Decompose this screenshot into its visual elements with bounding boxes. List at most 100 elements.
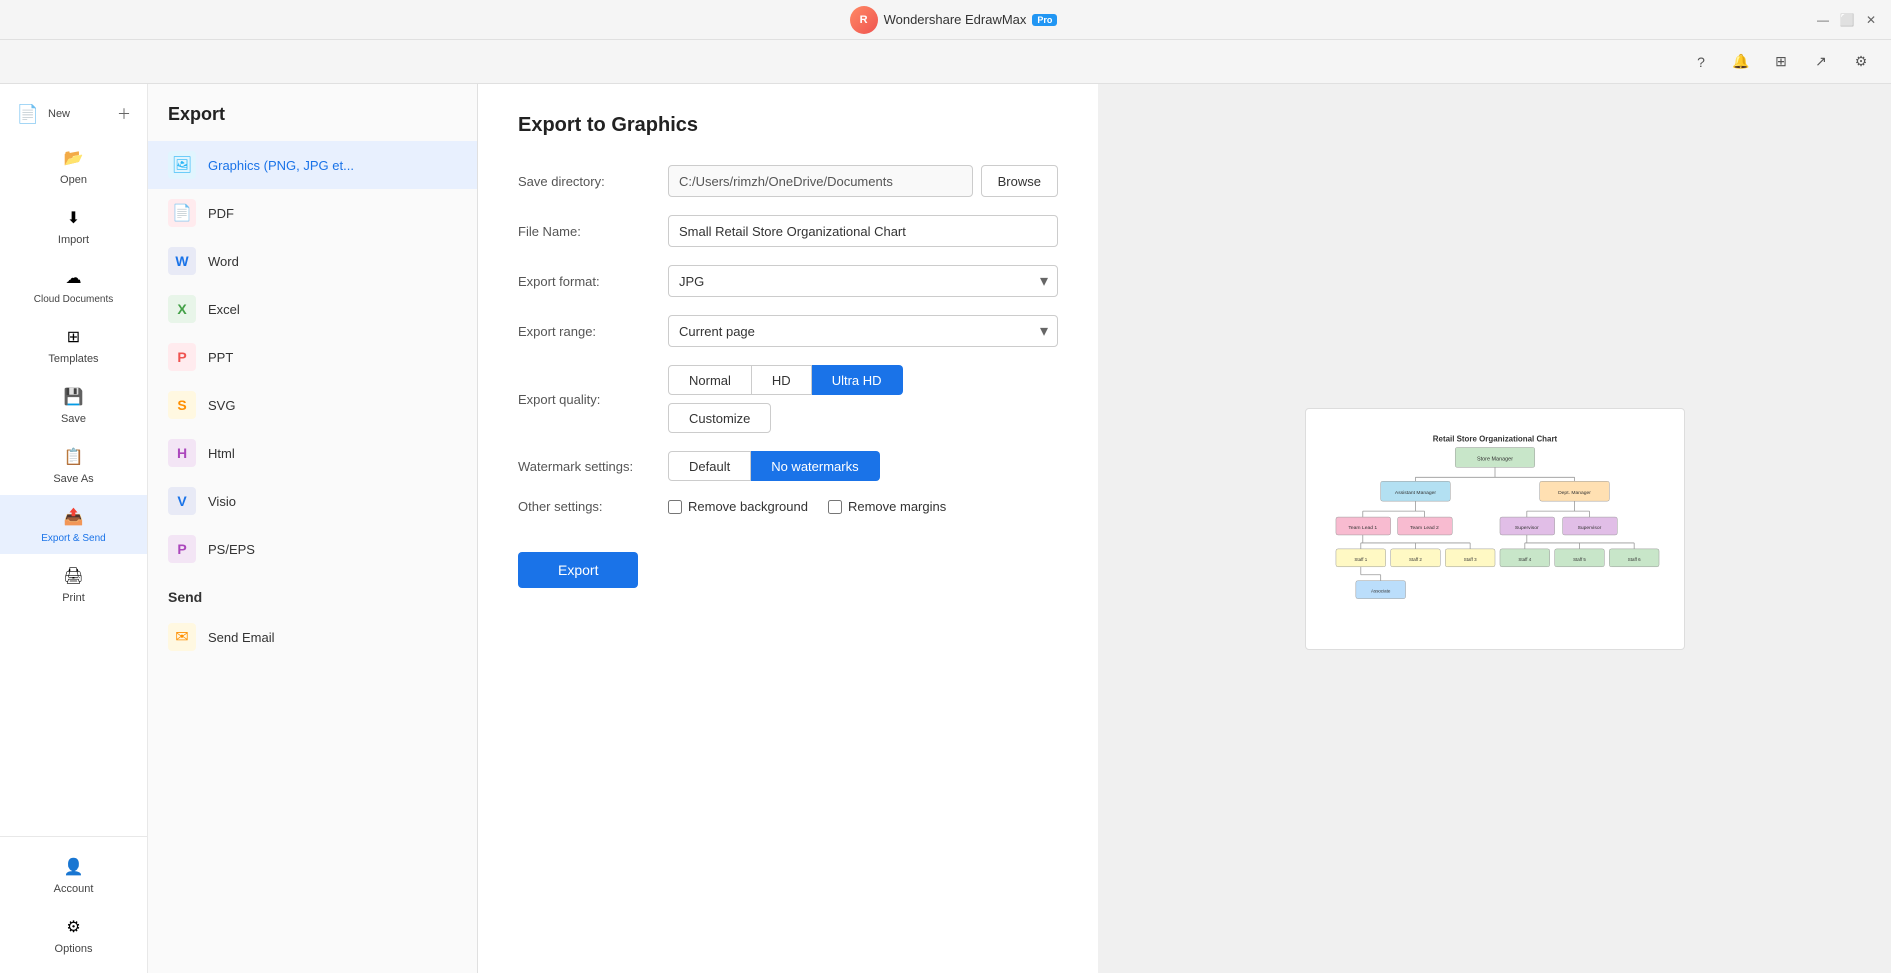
remove-background-label: Remove background — [688, 499, 808, 514]
remove-margins-item[interactable]: Remove margins — [828, 499, 946, 514]
export-item-ps[interactable]: P PS/EPS — [148, 525, 477, 573]
watermark-default-button[interactable]: Default — [668, 451, 751, 481]
sidebar-item-import[interactable]: ⬇ Import — [0, 196, 147, 256]
watermark-none-button[interactable]: No watermarks — [751, 451, 879, 481]
sidebar-label-export: Export & Send — [41, 533, 105, 544]
remove-background-item[interactable]: Remove background — [668, 499, 808, 514]
new-plus-icon: ＋ — [117, 104, 131, 124]
quality-normal-button[interactable]: Normal — [668, 365, 752, 395]
quality-ultra-hd-button[interactable]: Ultra HD — [812, 365, 903, 395]
sidebar-item-export[interactable]: 📤 Export & Send — [0, 495, 147, 554]
avatar: R — [850, 6, 878, 34]
sidebar-item-account[interactable]: 👤 Account — [0, 845, 147, 905]
remove-margins-checkbox[interactable] — [828, 500, 842, 514]
sidebar-item-options[interactable]: ⚙ Options — [0, 905, 147, 965]
titlebar-center: R Wondershare EdrawMax Pro — [850, 6, 1058, 34]
pdf-icon: 📄 — [168, 199, 196, 227]
svg-text:Staff 3: Staff 3 — [1463, 556, 1476, 561]
export-item-html[interactable]: H Html — [148, 429, 477, 477]
remove-background-checkbox[interactable] — [668, 500, 682, 514]
minimize-button[interactable]: — — [1815, 12, 1831, 28]
export-format-select[interactable]: JPG PNG BMP TIFF SVG — [668, 265, 1058, 297]
notification-icon[interactable]: 🔔 — [1727, 48, 1755, 76]
sidebar-item-saveas[interactable]: 📋 Save As — [0, 435, 147, 495]
sidebar-item-cloud[interactable]: ☁ Cloud Documents — [0, 256, 147, 315]
export-label-visio: Visio — [208, 494, 236, 509]
export-range-control: Current page All pages Selected objects — [668, 315, 1058, 347]
saveas-icon: 📋 — [62, 445, 86, 469]
html-icon: H — [168, 439, 196, 467]
sidebar-label-import: Import — [58, 234, 89, 246]
file-name-label: File Name: — [518, 224, 668, 239]
export-format-row: Export format: JPG PNG BMP TIFF SVG — [518, 265, 1058, 297]
sidebar-label-saveas: Save As — [53, 473, 93, 485]
export-quality-control: Normal HD Ultra HD Customize — [668, 365, 1058, 433]
file-name-control — [668, 215, 1058, 247]
preview-card: Retail Store Organizational Chart Store … — [1305, 408, 1685, 650]
export-item-visio[interactable]: V Visio — [148, 477, 477, 525]
sidebar-label-account: Account — [54, 883, 94, 895]
word-icon: W — [168, 247, 196, 275]
titlebar: R Wondershare EdrawMax Pro — ⬜ ✕ — [0, 0, 1891, 40]
export-item-ppt[interactable]: P PPT — [148, 333, 477, 381]
browse-button[interactable]: Browse — [981, 165, 1058, 197]
save-icon: 💾 — [62, 385, 86, 409]
sidebar-bottom: 👤 Account ⚙ Options — [0, 836, 147, 965]
export-label-email: Send Email — [208, 630, 274, 645]
send-section-header: Send — [148, 573, 477, 613]
save-directory-label: Save directory: — [518, 174, 668, 189]
customize-button[interactable]: Customize — [668, 403, 771, 433]
export-label-svg: SVG — [208, 398, 235, 413]
toolbar: ? 🔔 ⊞ ↗ ⚙ — [0, 40, 1891, 84]
file-name-row: File Name: — [518, 215, 1058, 247]
export-label-pdf: PDF — [208, 206, 234, 221]
content-area: Export to Graphics Save directory: Brows… — [478, 84, 1891, 973]
sidebar-label-open: Open — [60, 174, 87, 186]
account-icon: 👤 — [62, 855, 86, 879]
share-icon[interactable]: ↗ — [1807, 48, 1835, 76]
sidebar-label-save: Save — [61, 413, 86, 425]
svg-text:Supervisor: Supervisor — [1514, 525, 1538, 531]
help-icon[interactable]: ? — [1687, 48, 1715, 76]
save-directory-input[interactable] — [668, 165, 973, 197]
sidebar-item-save[interactable]: 💾 Save — [0, 375, 147, 435]
sidebar-item-print[interactable]: 🖨 Print — [0, 554, 147, 614]
sidebar-item-new[interactable]: 📄 New ＋ — [0, 92, 147, 136]
quality-buttons: Normal HD Ultra HD — [668, 365, 1058, 395]
maximize-button[interactable]: ⬜ — [1839, 12, 1855, 28]
watermark-label: Watermark settings: — [518, 459, 668, 474]
sidebar-item-open[interactable]: 📂 Open — [0, 136, 147, 196]
sidebar-item-templates[interactable]: ⊞ Templates — [0, 315, 147, 375]
sidebar-label-cloud: Cloud Documents — [34, 294, 113, 305]
export-item-svg[interactable]: S SVG — [148, 381, 477, 429]
other-settings-row: Other settings: Remove background Remove… — [518, 499, 1058, 514]
export-item-excel[interactable]: X Excel — [148, 285, 477, 333]
export-range-label: Export range: — [518, 324, 668, 339]
excel-icon: X — [168, 295, 196, 323]
export-item-pdf[interactable]: 📄 PDF — [148, 189, 477, 237]
export-label-ps: PS/EPS — [208, 542, 255, 557]
export-item-email[interactable]: ✉ Send Email — [148, 613, 477, 661]
quality-hd-button[interactable]: HD — [752, 365, 812, 395]
svg-text:Staff 5: Staff 5 — [1573, 556, 1586, 561]
settings-icon[interactable]: ⚙ — [1847, 48, 1875, 76]
export-item-graphics[interactable]: 🖼 Graphics (PNG, JPG et... — [148, 141, 477, 189]
cloud-icon: ☁ — [62, 266, 86, 290]
main-layout: 📄 New ＋ 📂 Open ⬇ Import ☁ Cloud Document… — [0, 84, 1891, 973]
close-button[interactable]: ✕ — [1863, 12, 1879, 28]
remove-margins-label: Remove margins — [848, 499, 946, 514]
export-label-excel: Excel — [208, 302, 240, 317]
svg-icon: S — [168, 391, 196, 419]
file-name-input[interactable] — [668, 215, 1058, 247]
svg-text:Retail Store Organizational Ch: Retail Store Organizational Chart — [1432, 434, 1557, 443]
export-item-word[interactable]: W Word — [148, 237, 477, 285]
svg-text:Dept. Manager: Dept. Manager — [1558, 490, 1591, 496]
preview-panel: Retail Store Organizational Chart Store … — [1098, 84, 1891, 973]
export-label-ppt: PPT — [208, 350, 233, 365]
other-settings-control: Remove background Remove margins — [668, 499, 1058, 514]
pro-badge: Pro — [1032, 14, 1057, 26]
export-button[interactable]: Export — [518, 552, 638, 588]
apps-icon[interactable]: ⊞ — [1767, 48, 1795, 76]
export-range-select[interactable]: Current page All pages Selected objects — [668, 315, 1058, 347]
export-range-row: Export range: Current page All pages Sel… — [518, 315, 1058, 347]
